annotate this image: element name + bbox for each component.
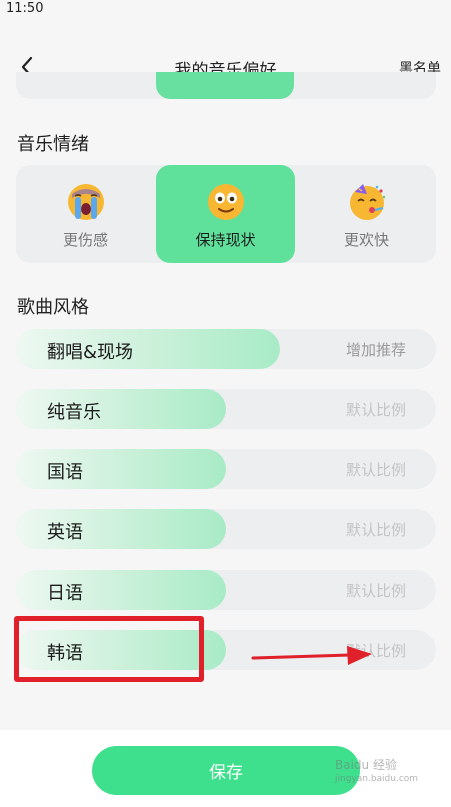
- mood-section-title: 音乐情绪: [17, 134, 89, 155]
- genre-name: 日语: [47, 583, 83, 604]
- previous-preference-segment[interactable]: [16, 72, 436, 99]
- status-bar: 11:50: [0, 0, 451, 22]
- watermark-subtext: jingyan.baidu.com: [335, 774, 419, 784]
- genre-slider-mandarin[interactable]: 国语 默认比例: [16, 449, 436, 489]
- genre-hint: 默认比例: [345, 461, 406, 479]
- party-face-icon: [349, 184, 385, 220]
- genre-slider-instrumental[interactable]: 纯音乐 默认比例: [16, 389, 436, 429]
- mood-option-happier[interactable]: 更欢快: [297, 165, 436, 263]
- genre-slider-japanese[interactable]: 日语 默认比例: [16, 570, 436, 610]
- watermark: Baidu 经验 jingyan.baidu.com: [335, 758, 418, 786]
- mood-option-keep[interactable]: 保持现状: [156, 165, 295, 263]
- genre-hint: 默认比例: [345, 401, 406, 419]
- genre-hint: 默认比例: [345, 582, 406, 600]
- genre-section-title: 歌曲风格: [17, 297, 89, 318]
- save-button[interactable]: 保存: [92, 746, 360, 795]
- genre-slider-english[interactable]: 英语 默认比例: [16, 509, 436, 549]
- crying-face-icon: [67, 184, 104, 220]
- mood-option-sadder[interactable]: 更伤感: [16, 165, 155, 263]
- mood-option-label: 更欢快: [343, 231, 389, 249]
- mood-option-label: 更伤感: [62, 231, 108, 249]
- mood-option-label: 保持现状: [195, 231, 256, 249]
- genre-hint: 增加推荐: [345, 341, 406, 359]
- genre-name: 国语: [47, 462, 83, 483]
- watermark-text: Baidu 经验: [335, 758, 397, 772]
- mood-selector: 更伤感 保持现状 更欢快: [16, 165, 436, 263]
- annotation-arrow-icon: [251, 646, 372, 665]
- genre-hint: 默认比例: [345, 521, 406, 539]
- previous-selected-option[interactable]: [156, 72, 294, 99]
- genre-name: 英语: [47, 522, 83, 543]
- genre-name: 纯音乐: [47, 402, 101, 423]
- genre-slider-cover-live[interactable]: 翻唱&现场 增加推荐: [16, 329, 436, 369]
- genre-name: 翻唱&现场: [47, 342, 134, 363]
- status-time: 11:50: [6, 1, 44, 16]
- annotation-highlight-box: [14, 616, 204, 682]
- smiling-face-icon: [207, 184, 244, 220]
